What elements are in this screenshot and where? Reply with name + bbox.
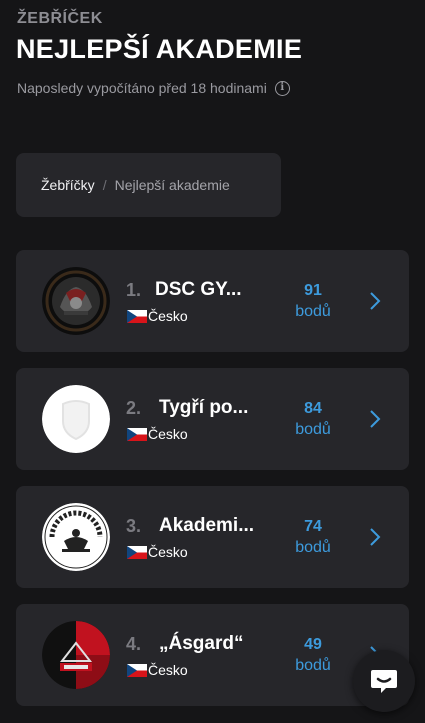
ranking-card[interactable]: 3. Akademi... Česko 74 bodů	[16, 486, 409, 588]
academy-logo	[42, 385, 110, 453]
rank-number: 3.	[126, 516, 142, 536]
country: Česko	[127, 308, 188, 324]
asgard-logo-icon	[42, 621, 110, 689]
country: Česko	[127, 662, 188, 678]
breadcrumb-link-rankings[interactable]: Žebříčky	[41, 177, 95, 193]
country-name: Česko	[148, 662, 188, 678]
points: 84 bodů	[278, 398, 348, 440]
placeholder-shield-logo-icon	[42, 385, 110, 453]
chevron-right-icon[interactable]	[368, 409, 382, 429]
ranking-card[interactable]: 2. Tygří po... Česko 84 bodů	[16, 368, 409, 470]
czech-flag-icon	[127, 663, 147, 677]
academy-name: DSC GY...	[155, 279, 242, 300]
section-overline: ŽEBŘÍČEK	[17, 10, 103, 27]
academy-logo	[42, 503, 110, 571]
last-updated-text: Naposledy vypočítáno před 18 hodinami	[17, 80, 267, 96]
rank-number: 1.	[126, 280, 142, 300]
academy-logo	[42, 267, 110, 335]
points-label: bodů	[295, 539, 331, 556]
academy-name: „Ásgard“	[159, 633, 244, 654]
points-value: 84	[304, 400, 322, 417]
points: 91 bodů	[278, 280, 348, 322]
chat-icon	[371, 670, 397, 693]
points-label: bodů	[295, 657, 331, 674]
breadcrumb: Žebříčky / Nejlepší akademie	[16, 153, 281, 217]
academy-name: Akademi...	[159, 515, 255, 536]
leaderboard-page: ŽEBŘÍČEK NEJLEPŠÍ AKADEMIE Naposledy vyp…	[0, 0, 425, 723]
points-label: bodů	[295, 421, 331, 438]
chat-button[interactable]	[353, 650, 415, 712]
points-value: 91	[304, 282, 322, 299]
country-name: Česko	[148, 308, 188, 324]
academy-name: Tygří po...	[159, 397, 249, 418]
country-name: Česko	[148, 544, 188, 560]
dsc-gym-logo-icon	[42, 267, 110, 335]
czech-flag-icon	[127, 427, 147, 441]
points-value: 74	[304, 518, 322, 535]
rank-number: 4.	[126, 634, 142, 654]
info-icon[interactable]: i	[274, 80, 290, 96]
country: Česko	[127, 426, 188, 442]
points: 74 bodů	[278, 516, 348, 558]
breadcrumb-separator: /	[102, 177, 107, 193]
ranking-card[interactable]: 4. „Ásgard“ Česko 49 bodů	[16, 604, 409, 706]
points-value: 49	[304, 636, 322, 653]
czech-flag-icon	[127, 545, 147, 559]
country: Česko	[127, 544, 188, 560]
ranking-card[interactable]: 1. DSC GY... Česko 91 bodů	[16, 250, 409, 352]
chevron-right-icon[interactable]	[368, 291, 382, 311]
points-label: bodů	[295, 303, 331, 320]
breadcrumb-current: Nejlepší akademie	[114, 177, 230, 193]
points: 49 bodů	[278, 634, 348, 676]
page-title: NEJLEPŠÍ AKADEMIE	[16, 34, 303, 64]
country-name: Česko	[148, 426, 188, 442]
czech-flag-icon	[127, 309, 147, 323]
last-updated: Naposledy vypočítáno před 18 hodinami i	[17, 80, 290, 96]
academy-of-movement-logo-icon	[42, 503, 110, 571]
rank-number: 2.	[126, 398, 142, 418]
academy-logo	[42, 621, 110, 689]
chevron-right-icon[interactable]	[368, 527, 382, 547]
